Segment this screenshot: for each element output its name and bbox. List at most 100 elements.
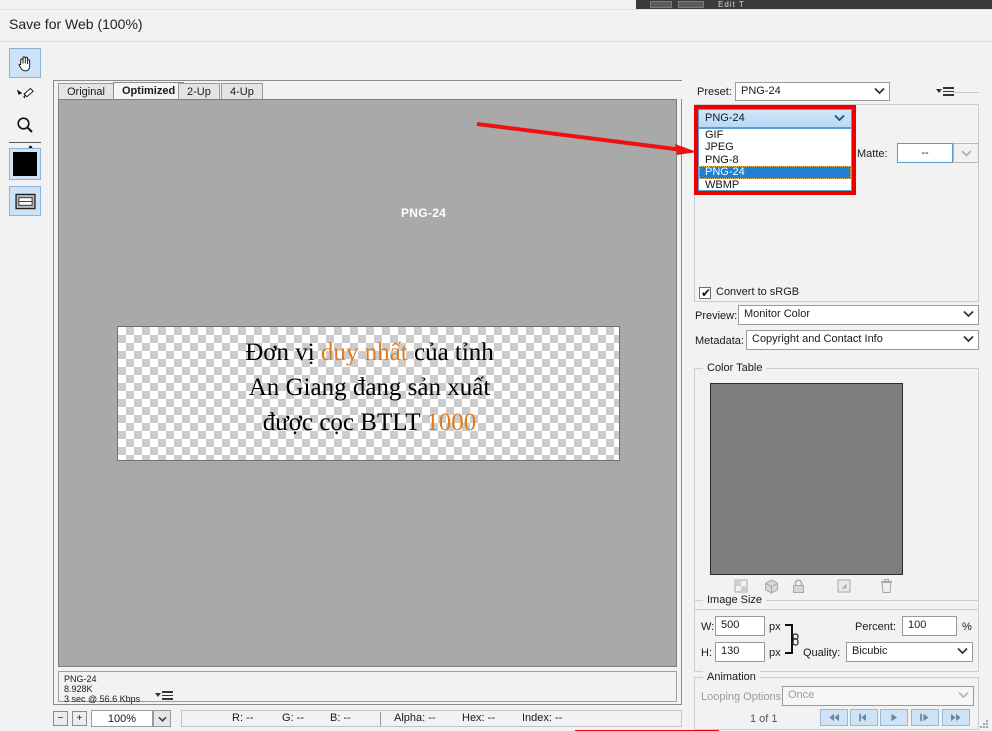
web-shift-cube-icon[interactable] xyxy=(764,579,779,594)
color-table-icon-row xyxy=(710,579,903,595)
convert-to-srgb-label: Convert to sRGB xyxy=(716,286,800,298)
readout-alpha: Alpha: -- xyxy=(394,712,436,724)
preview-color-value: Monitor Color xyxy=(744,308,811,320)
dropdown-option-gif[interactable]: GIF xyxy=(699,129,851,141)
color-table-title: Color Table xyxy=(703,362,767,374)
annotation-arrow xyxy=(476,122,697,155)
metadata-select[interactable]: Copyright and Contact Info xyxy=(746,330,979,350)
quality-label: Quality: xyxy=(803,647,841,659)
dropdown-option-png8[interactable]: PNG-8 xyxy=(699,154,851,166)
matte-swatch[interactable]: -- xyxy=(897,143,953,163)
play-button[interactable] xyxy=(880,709,908,726)
preview-tabs: Original Optimized 2-Up 4-Up xyxy=(54,81,683,99)
optimized-canvas[interactable]: PNG-24 Đơn vị duy nhất của tỉnh An Giang… xyxy=(58,99,677,667)
tab-optimized[interactable]: Optimized xyxy=(113,82,185,99)
foreground-color-swatch[interactable] xyxy=(9,148,41,180)
first-frame-button[interactable] xyxy=(820,709,848,726)
dialog-body: Original Optimized 2-Up 4-Up PNG-24 Đơn … xyxy=(0,41,992,731)
artwork-line-1: Đơn vị duy nhất của tỉnh xyxy=(245,339,494,366)
dialog-title: Save for Web (100%) xyxy=(9,16,143,32)
annotation-png24-label: PNG-24 xyxy=(401,206,447,220)
percent-input[interactable]: 100 xyxy=(902,616,957,636)
color-table-group: Color Table xyxy=(694,362,979,610)
readout-hex: Hex: -- xyxy=(462,712,495,724)
width-label: W: xyxy=(701,621,715,633)
preset-flyout-menu-icon[interactable] xyxy=(936,87,954,96)
delete-icon[interactable] xyxy=(880,579,893,594)
settings-column: Preset: PNG-24 ✔ Matte: -- xyxy=(476,80,982,730)
hand-tool[interactable] xyxy=(9,48,41,78)
height-label: H: xyxy=(701,647,712,659)
preset-label: Preset: xyxy=(697,86,732,98)
artwork-line-2: An Giang đang sản xuất xyxy=(248,374,491,401)
new-color-icon[interactable] xyxy=(837,579,851,593)
background-menu-text: Edit T xyxy=(718,0,745,9)
readout-b: B: -- xyxy=(330,712,351,724)
looping-options-value: Once xyxy=(788,689,815,701)
toggle-slices-visibility-button[interactable] xyxy=(9,186,41,216)
tab-4up[interactable]: 4-Up xyxy=(221,83,263,99)
tab-original[interactable]: Original xyxy=(58,83,114,99)
tool-strip xyxy=(9,48,47,216)
quality-select[interactable]: Bicubic xyxy=(846,642,973,662)
preset-value: PNG-24 xyxy=(741,85,781,97)
artwork-line-3: được cọc BTLT 1000 xyxy=(262,409,477,436)
percent-unit: % xyxy=(962,621,972,633)
next-frame-button[interactable] xyxy=(911,709,939,726)
background-photoshop-strip: Edit T xyxy=(636,0,992,9)
zoom-tool[interactable] xyxy=(9,110,41,140)
color-readout-bar: R: -- G: -- B: -- Alpha: -- Hex: -- Inde… xyxy=(181,710,682,727)
previous-frame-button[interactable] xyxy=(850,709,878,726)
metadata-value: Copyright and Contact Info xyxy=(752,333,883,345)
zoom-level-field[interactable]: 100% xyxy=(91,710,153,727)
tool-divider xyxy=(9,142,41,143)
preview-color-label: Preview: xyxy=(695,310,738,322)
animation-controls xyxy=(820,709,972,726)
dropdown-selected-header[interactable]: PNG-24 xyxy=(698,109,852,128)
zoom-out-button[interactable]: − xyxy=(53,711,68,726)
frame-counter: 1 of 1 xyxy=(750,713,778,725)
dialog-titlebar: Save for Web (100%) xyxy=(0,10,992,41)
dropdown-option-wbmp[interactable]: WBMP xyxy=(699,179,851,191)
readout-r: R: -- xyxy=(232,712,254,724)
image-size-group: Image Size W: 500 px H: 130 px Percent: … xyxy=(694,594,979,672)
status-format: PNG-24 xyxy=(64,674,97,684)
animation-title: Animation xyxy=(703,671,760,683)
dropdown-option-list[interactable]: GIF JPEG PNG-8 PNG-24 WBMP xyxy=(698,128,852,191)
preset-select[interactable]: PNG-24 xyxy=(735,82,890,101)
looping-options-select: Once xyxy=(782,686,974,706)
tab-2up[interactable]: 2-Up xyxy=(178,83,220,99)
width-input[interactable]: 500 xyxy=(715,616,765,636)
chain-link-icon[interactable] xyxy=(791,633,800,649)
zoom-level-dropdown-arrow[interactable] xyxy=(153,710,171,727)
percent-label: Percent: xyxy=(855,621,896,633)
zoom-in-button[interactable]: + xyxy=(72,711,87,726)
preview-panel: Original Optimized 2-Up 4-Up PNG-24 Đơn … xyxy=(53,80,683,705)
height-unit: px xyxy=(769,647,781,659)
image-size-title: Image Size xyxy=(703,594,767,606)
zoom-and-channel-bar: − + 100% R: -- G: -- B: -- Alpha: -- Hex… xyxy=(53,708,682,730)
readout-index: Index: -- xyxy=(522,712,563,724)
height-input[interactable]: 130 xyxy=(715,642,765,662)
optimization-status-box: PNG-24 8.928K 3 sec @ 56.6 Kbps xyxy=(58,671,677,704)
metadata-label: Metadata: xyxy=(695,335,744,347)
preview-color-select[interactable]: Monitor Color xyxy=(738,305,979,325)
dropdown-header-text: PNG-24 xyxy=(705,112,745,124)
slice-select-tool[interactable] xyxy=(9,79,41,109)
dropdown-option-jpeg[interactable]: JPEG xyxy=(699,141,851,153)
save-for-web-dialog: Save for Web (100%) Original Optimized 2… xyxy=(0,9,992,731)
artwork-image: Đơn vị duy nhất của tỉnh An Giang đang s… xyxy=(117,326,620,461)
matte-label: Matte: xyxy=(857,148,888,160)
looping-options-label: Looping Options: xyxy=(701,691,785,703)
status-flyout-menu-icon[interactable] xyxy=(155,691,173,700)
last-frame-button[interactable] xyxy=(942,709,970,726)
dropdown-option-png24[interactable]: PNG-24 xyxy=(699,166,851,179)
lock-icon[interactable] xyxy=(792,579,805,594)
color-table-swatch-area[interactable] xyxy=(710,383,903,575)
animation-group: Animation Looping Options: Once 1 of 1 xyxy=(694,671,979,730)
readout-g: G: -- xyxy=(282,712,304,724)
convert-to-srgb-checkbox[interactable]: ✔ xyxy=(699,287,711,299)
quality-value: Bicubic xyxy=(852,645,888,657)
transparency-icon[interactable] xyxy=(734,579,748,593)
matte-dropdown-arrow xyxy=(953,143,979,163)
